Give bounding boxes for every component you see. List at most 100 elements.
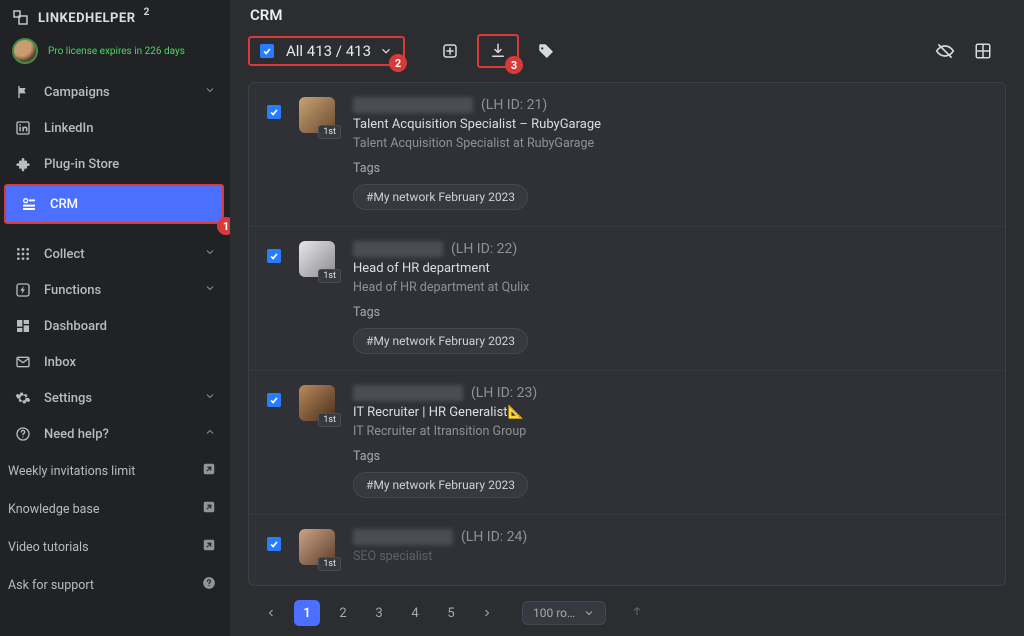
page-button[interactable]: 2 [330,600,356,626]
avatar[interactable] [12,38,38,64]
sidebar-item-label: Campaigns [44,85,192,100]
contact-name-redacted [353,97,473,113]
sidebar-item-help[interactable]: Need help? [0,416,230,452]
bolt-icon [14,282,32,298]
help-icon [14,426,32,442]
page-button[interactable]: 1 [294,600,320,626]
sidebar-item-label: Dashboard [44,319,216,334]
chevron-down-icon [204,84,216,100]
toolbar: All 413 / 413 2 3 [230,26,1024,82]
select-all-dropdown[interactable]: All 413 / 413 2 [248,36,405,66]
sidebar-item-label: Inbox [44,355,216,370]
help-ask-support[interactable]: Ask for support [0,566,230,604]
add-button[interactable] [439,40,461,62]
contact-title: Head of HR department [353,261,987,276]
sidebar-item-linkedin[interactable]: LinkedIn [0,110,230,146]
row-checkbox[interactable] [267,249,281,263]
tag-chip[interactable]: #My network February 2023 [353,472,528,498]
page-button[interactable]: 4 [402,600,428,626]
contact-name-redacted [353,241,443,257]
contact-row: 1st (LH ID: 21) Talent Acquisition Speci… [249,83,1005,226]
annotation-badge-1: 1 [217,217,230,235]
sidebar-item-collect[interactable]: Collect [0,236,230,272]
sidebar-item-label: Plug-in Store [44,157,216,172]
annotation-badge-3: 3 [505,56,523,74]
download-button[interactable] [487,40,509,62]
contact-row: 1st (LH ID: 24) SEO specialist [249,514,1005,581]
contact-lh-id: (LH ID: 24) [461,529,527,545]
sidebar-item-dashboard[interactable]: Dashboard [0,308,230,344]
tags-label: Tags [353,305,987,320]
page-size-label: 100 ro… [533,606,575,620]
sidebar-item-label: CRM [50,197,208,212]
contact-lh-id: (LH ID: 21) [481,97,547,113]
contact-avatar[interactable]: 1st [299,241,335,277]
hide-columns-button[interactable] [934,40,956,62]
download-button-wrap: 3 [477,34,519,68]
select-all-text: All 413 / 413 [286,42,371,60]
sidebar-item-plugin-store[interactable]: Plug-in Store [0,146,230,182]
chevron-down-icon [204,246,216,262]
row-checkbox[interactable] [267,537,281,551]
connection-badge: 1st [318,269,341,283]
page-button[interactable]: 3 [366,600,392,626]
sidebar-item-label: Functions [44,283,192,298]
help-item-label: Weekly invitations limit [8,464,135,479]
page-title: CRM [230,0,1024,26]
puzzle-icon [14,156,32,172]
connection-badge: 1st [318,557,341,571]
scroll-top-button[interactable] [630,604,644,622]
chevron-down-icon [583,607,595,619]
tag-chip[interactable]: #My network February 2023 [353,184,528,210]
grid-icon [14,246,32,262]
sidebar-item-inbox[interactable]: Inbox [0,344,230,380]
brand-name: LINKEDHELPER [38,11,136,26]
select-all-label: All 413 / 413 [286,42,393,60]
contact-row: 1st (LH ID: 22) Head of HR department He… [249,226,1005,370]
sidebar-item-settings[interactable]: Settings [0,380,230,416]
connection-badge: 1st [318,413,341,427]
contact-row: 1st (LH ID: 23) IT Recruiter | HR Genera… [249,370,1005,514]
external-link-icon [202,538,216,556]
contact-name-redacted [353,385,463,401]
contact-avatar[interactable]: 1st [299,97,335,133]
connection-badge: 1st [318,125,341,139]
select-all-checkbox[interactable] [260,44,274,58]
next-page-button[interactable] [474,600,500,626]
tag-button[interactable] [535,40,557,62]
help-weekly-limit[interactable]: Weekly invitations limit [0,452,230,490]
help-knowledge-base[interactable]: Knowledge base [0,490,230,528]
linkedin-icon [14,120,32,136]
tags-label: Tags [353,161,987,176]
profile-block: Pro license expires in 226 days [0,32,230,74]
layout-grid-button[interactable] [972,40,994,62]
flag-icon [14,84,32,100]
pagination: 1 2 3 4 5 100 ro… [230,592,1024,636]
tag-chip[interactable]: #My network February 2023 [353,328,528,354]
row-checkbox[interactable] [267,393,281,407]
chevron-up-icon [204,426,216,442]
sidebar-item-functions[interactable]: Functions [0,272,230,308]
contact-name-redacted [353,529,453,545]
dashboard-icon [14,318,32,334]
sidebar-item-crm[interactable]: CRM [4,184,224,224]
nav: Campaigns LinkedIn Plug-in Store [0,74,230,636]
contact-subtitle: IT Recruiter at Itransition Group [353,424,987,439]
row-checkbox[interactable] [267,105,281,119]
page-button[interactable]: 5 [438,600,464,626]
sidebar-item-campaigns[interactable]: Campaigns [0,74,230,110]
sidebar-item-label: Need help? [44,427,192,442]
page-size-select[interactable]: 100 ro… [522,601,606,625]
contact-avatar[interactable]: 1st [299,385,335,421]
contact-title: SEO specialist [353,549,987,564]
help-item-label: Ask for support [8,578,94,593]
external-link-icon [202,500,216,518]
question-circle-icon [202,576,216,594]
chevron-down-icon [204,390,216,406]
help-video-tutorials[interactable]: Video tutorials [0,528,230,566]
external-link-icon [202,462,216,480]
contact-avatar[interactable]: 1st [299,529,335,565]
license-text: Pro license expires in 226 days [48,46,185,57]
contact-title: Talent Acquisition Specialist – RubyGara… [353,117,987,132]
prev-page-button[interactable] [258,600,284,626]
